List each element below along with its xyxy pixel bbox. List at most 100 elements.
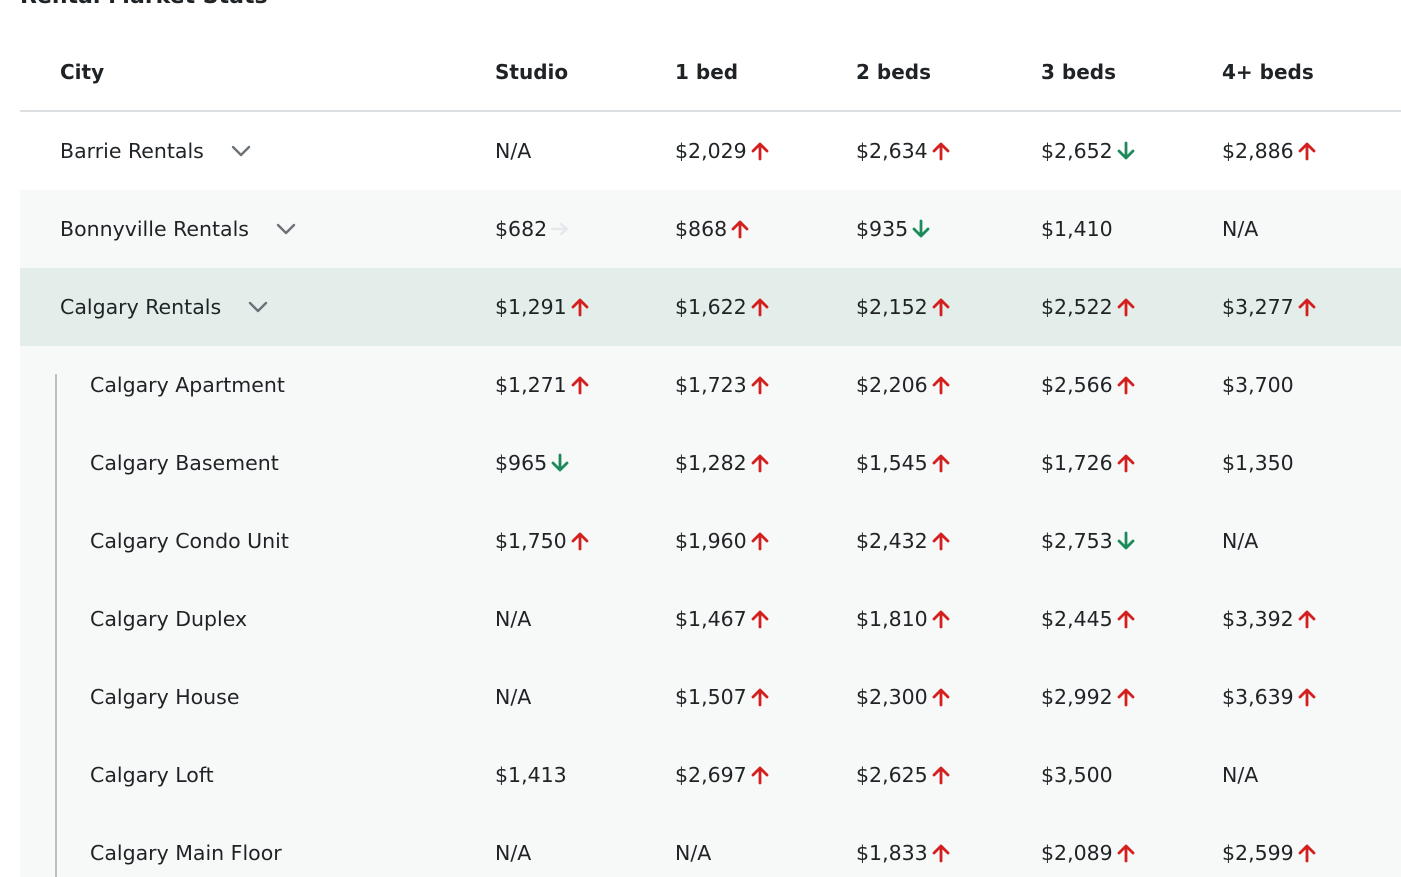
price-value: $1,271 <box>495 373 567 397</box>
rental-stats-table: City Studio 1 bed 2 beds 3 beds 4+ beds … <box>20 34 1401 877</box>
price-cell-1-bed: $1,622 <box>675 268 772 346</box>
price-cell-1-bed: $1,723 <box>675 346 772 424</box>
price-value: $2,029 <box>675 139 747 163</box>
price-cell-2-beds: $2,625 <box>856 736 953 814</box>
column-header-4-plus-beds: 4+ beds <box>1222 60 1314 84</box>
arrow-up-icon <box>931 686 953 708</box>
column-header-studio: Studio <box>495 60 569 84</box>
city-name: Calgary Apartment <box>90 373 285 397</box>
price-cell-2-beds: $2,634 <box>856 112 953 190</box>
city-cell: Bonnyville Rentals <box>60 190 297 268</box>
price-value: $682 <box>495 217 548 241</box>
price-cell-studio: $1,291 <box>495 268 592 346</box>
table-row-city[interactable]: Bonnyville Rentals $682 $868 $935 $1,410 N/A <box>20 190 1401 268</box>
arrow-up-icon <box>570 374 592 396</box>
city-cell: Calgary Basement <box>90 424 279 502</box>
price-value: $2,697 <box>675 763 747 787</box>
price-cell-studio: N/A <box>495 112 531 190</box>
table-row-subtype: Calgary Main Floor N/A N/A $1,833 $2,089 $2,5… <box>20 814 1401 877</box>
city-name: Calgary Condo Unit <box>90 529 289 553</box>
price-cell-1-bed: $1,282 <box>675 424 772 502</box>
arrow-up-icon <box>1297 296 1319 318</box>
arrow-up-icon <box>931 608 953 630</box>
price-cell-3-beds: $3,500 <box>1041 736 1113 814</box>
price-value: $1,960 <box>675 529 747 553</box>
table-row-city[interactable]: Calgary Rentals $1,291 $1,622 $2,152 $2,522 $… <box>20 268 1401 346</box>
arrow-up-icon <box>1297 608 1319 630</box>
price-value: $2,206 <box>856 373 928 397</box>
price-value: $2,992 <box>1041 685 1113 709</box>
price-value: $1,723 <box>675 373 747 397</box>
price-cell-1-bed: $1,960 <box>675 502 772 580</box>
price-cell-4-plus-beds: N/A <box>1222 736 1258 814</box>
arrow-up-icon <box>730 218 752 240</box>
price-cell-1-bed: $1,467 <box>675 580 772 658</box>
price-value: $1,467 <box>675 607 747 631</box>
arrow-up-icon <box>750 764 772 786</box>
chevron-down-icon[interactable] <box>275 218 297 240</box>
arrow-down-icon <box>550 452 572 474</box>
price-value: $2,886 <box>1222 139 1294 163</box>
arrow-up-icon <box>570 530 592 552</box>
arrow-up-icon <box>1116 608 1138 630</box>
rental-market-page: Rental Market Stats City Studio 1 bed 2 … <box>0 0 1401 877</box>
city-name: Calgary Loft <box>90 763 214 787</box>
price-value: $2,599 <box>1222 841 1294 865</box>
price-cell-4-plus-beds: $3,639 <box>1222 658 1319 736</box>
price-value: N/A <box>1222 217 1259 241</box>
column-header-city: City <box>60 60 105 84</box>
arrow-up-icon <box>750 686 772 708</box>
price-cell-studio: $1,413 <box>495 736 567 814</box>
price-cell-4-plus-beds: $3,392 <box>1222 580 1319 658</box>
arrow-up-icon <box>750 608 772 630</box>
price-value: $1,726 <box>1041 451 1113 475</box>
arrow-up-icon <box>1297 686 1319 708</box>
city-name: Calgary Main Floor <box>90 841 282 865</box>
price-value: $2,300 <box>856 685 928 709</box>
arrow-right-icon <box>550 218 572 240</box>
arrow-up-icon <box>931 140 953 162</box>
price-value: $3,700 <box>1222 373 1294 397</box>
arrow-up-icon <box>750 530 772 552</box>
arrow-up-icon <box>750 140 772 162</box>
city-cell: Calgary Duplex <box>90 580 247 658</box>
price-value: $1,350 <box>1222 451 1294 475</box>
city-name: Calgary House <box>90 685 240 709</box>
price-cell-3-beds: $2,753 <box>1041 502 1138 580</box>
price-value: $868 <box>675 217 728 241</box>
price-value: $2,566 <box>1041 373 1113 397</box>
price-cell-2-beds: $935 <box>856 190 933 268</box>
city-name[interactable]: Bonnyville Rentals <box>60 217 249 241</box>
child-rows-indent-line <box>55 374 57 877</box>
arrow-up-icon <box>1116 296 1138 318</box>
price-value: $1,750 <box>495 529 567 553</box>
price-value: $2,152 <box>856 295 928 319</box>
price-value: N/A <box>1222 763 1259 787</box>
table-row-subtype: Calgary Basement $965 $1,282 $1,545 $1,726 $1… <box>20 424 1401 502</box>
arrow-up-icon <box>1297 842 1319 864</box>
price-cell-studio: $682 <box>495 190 572 268</box>
price-value: $1,833 <box>856 841 928 865</box>
price-cell-2-beds: $2,432 <box>856 502 953 580</box>
arrow-up-icon <box>1116 842 1138 864</box>
table-row-subtype: Calgary Condo Unit $1,750 $1,960 $2,432 $2,7… <box>20 502 1401 580</box>
column-header-1-bed: 1 bed <box>675 60 739 84</box>
city-name[interactable]: Barrie Rentals <box>60 139 204 163</box>
section-title: Rental Market Stats <box>20 0 268 9</box>
price-cell-1-bed: N/A <box>675 814 711 877</box>
price-value: N/A <box>495 841 532 865</box>
table-row-city[interactable]: Barrie Rentals N/A $2,029 $2,634 $2,652 $2,88… <box>20 112 1401 190</box>
price-cell-4-plus-beds: N/A <box>1222 502 1258 580</box>
arrow-up-icon <box>931 764 953 786</box>
price-value: $2,089 <box>1041 841 1113 865</box>
chevron-down-icon[interactable] <box>230 140 252 162</box>
city-name: Calgary Duplex <box>90 607 248 631</box>
price-cell-studio: N/A <box>495 814 531 877</box>
price-cell-1-bed: $1,507 <box>675 658 772 736</box>
price-cell-2-beds: $2,300 <box>856 658 953 736</box>
city-name[interactable]: Calgary Rentals <box>60 295 221 319</box>
price-cell-3-beds: $2,522 <box>1041 268 1138 346</box>
price-cell-1-bed: $2,029 <box>675 112 772 190</box>
chevron-down-icon[interactable] <box>247 296 269 318</box>
table-row-subtype: Calgary Duplex N/A $1,467 $1,810 $2,445 $3,39… <box>20 580 1401 658</box>
